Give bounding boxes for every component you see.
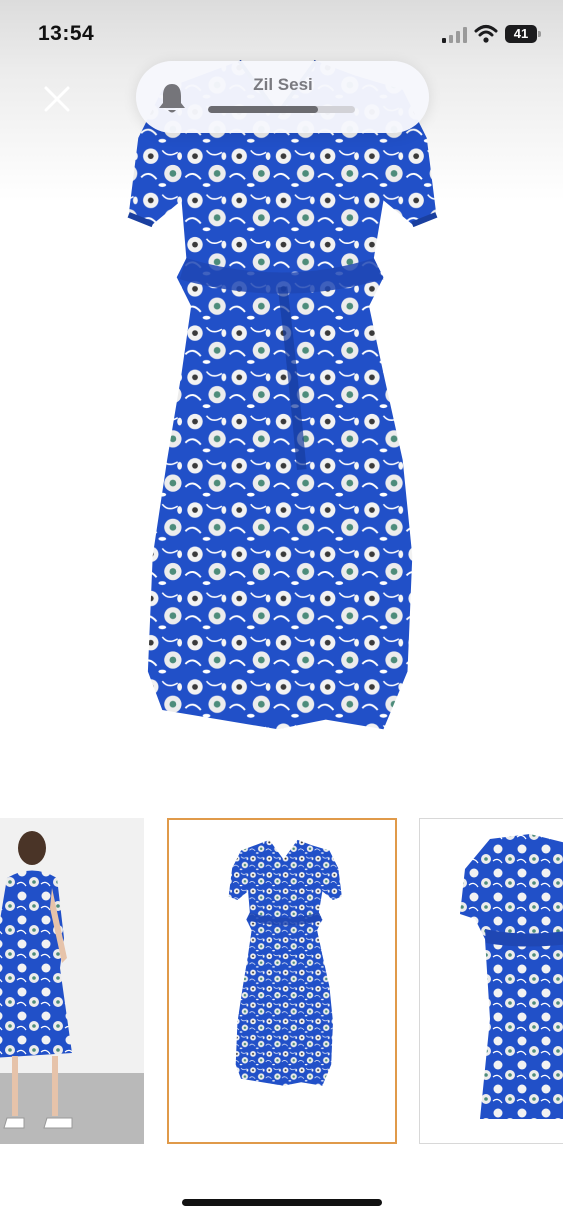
wifi-icon	[474, 25, 498, 43]
main-product-image[interactable]	[95, 45, 470, 750]
status-time: 13:54	[38, 22, 95, 45]
dress-angle-photo	[460, 834, 563, 1119]
volume-level-fill	[208, 106, 319, 113]
thumbnail-front-selected[interactable]	[167, 818, 397, 1144]
thumbnail-angle[interactable]	[419, 818, 563, 1144]
dress-front-photo	[228, 839, 342, 1086]
model-photo	[0, 818, 144, 1144]
cellular-signal-icon	[442, 27, 467, 43]
volume-hud-title: Zil Sesi	[253, 75, 313, 94]
battery-icon: 41	[505, 25, 537, 43]
volume-level-track	[208, 106, 355, 113]
volume-hud: Zil Sesi	[136, 61, 429, 133]
battery-cap	[538, 31, 541, 37]
status-bar: 13:54 41	[0, 0, 563, 70]
home-indicator[interactable]	[182, 1199, 382, 1206]
thumbnail-model[interactable]	[0, 818, 144, 1144]
bell-icon	[159, 84, 185, 113]
close-icon[interactable]	[38, 80, 76, 118]
thumbnail-strip	[0, 818, 563, 1146]
battery-level: 41	[513, 26, 529, 41]
